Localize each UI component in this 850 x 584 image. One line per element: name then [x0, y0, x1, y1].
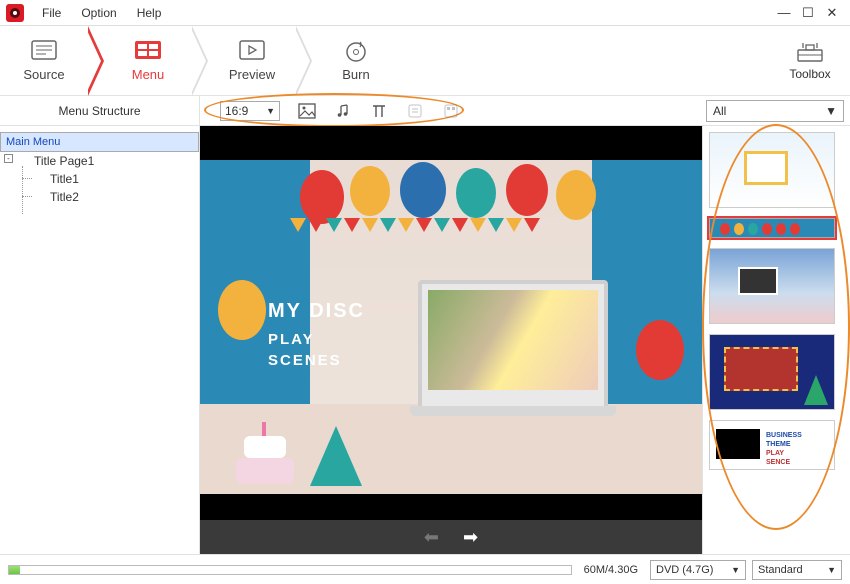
step-source-label: Source — [23, 67, 64, 82]
template-thumbnail-1[interactable] — [709, 132, 835, 208]
prev-page-button: ⬅ — [424, 527, 439, 548]
step-chevron-icon — [88, 26, 104, 96]
tree-node-title2[interactable]: Title2 — [0, 188, 199, 206]
template-thumbnail-4[interactable] — [709, 334, 835, 410]
template5-text3: PLAY — [766, 449, 802, 458]
add-text-button[interactable] — [370, 102, 388, 120]
source-icon — [29, 39, 59, 61]
dropdown-icon: ▼ — [827, 565, 836, 575]
menu-title-line1: MY DISC — [268, 300, 365, 323]
burn-icon — [341, 39, 371, 61]
chapter-list-button — [406, 102, 424, 120]
tree-node-main-menu[interactable]: Main Menu — [0, 132, 199, 152]
toolbox-label: Toolbox — [789, 67, 830, 81]
template-filter-select[interactable]: All ▼ — [706, 100, 844, 122]
tree-node-title1[interactable]: Title1 — [0, 170, 199, 188]
step-menu-label: Menu — [132, 67, 165, 82]
cake-icon — [230, 414, 300, 484]
tool-cluster: 16:9 ▼ — [200, 96, 480, 125]
template-thumbnail-5[interactable]: BUSINESS THEME PLAY SENCE — [709, 420, 835, 470]
title-bar: File Option Help — ☐ ✕ — [0, 0, 850, 26]
menu-option[interactable]: Option — [71, 6, 126, 20]
toolbox-icon — [796, 41, 824, 61]
background-image-button[interactable] — [298, 102, 316, 120]
thumbnail-button — [442, 102, 460, 120]
aspect-ratio-value: 16:9 — [225, 104, 248, 118]
menu-icon — [133, 39, 163, 61]
menu-canvas[interactable]: MY DISC PLAY SCENES ⬅ ➡ — [200, 126, 702, 554]
menu-video-thumbnail[interactable] — [418, 280, 608, 410]
preview-icon — [237, 39, 267, 61]
step-chevron-icon — [192, 26, 208, 96]
step-preview[interactable]: Preview — [208, 26, 296, 96]
quality-value: Standard — [758, 564, 803, 576]
template-thumbnail-2[interactable]: MY DISC PLAY SCENES — [709, 218, 835, 238]
menu-title-line3: SCENES — [268, 352, 365, 369]
aspect-ratio-select[interactable]: 16:9 ▼ — [220, 101, 280, 121]
next-page-button[interactable]: ➡ — [463, 527, 478, 548]
menu-title-line2: PLAY — [268, 331, 365, 348]
menu-scene: MY DISC PLAY SCENES — [200, 160, 702, 494]
disc-type-select[interactable]: DVD (4.7G) ▼ — [650, 560, 746, 580]
page-nav: ⬅ ➡ — [200, 520, 702, 554]
dropdown-icon: ▼ — [731, 565, 740, 575]
step-source[interactable]: Source — [0, 26, 88, 96]
window-close-button[interactable]: ✕ — [820, 5, 844, 21]
main-area: Main Menu - Title Page1 Title1 Title2 MY… — [0, 126, 850, 554]
step-preview-label: Preview — [229, 67, 275, 82]
menu-title-text[interactable]: MY DISC PLAY SCENES — [268, 300, 365, 369]
dropdown-icon: ▼ — [825, 104, 837, 118]
toolbar-row: Menu Structure 16:9 ▼ All ▼ — [0, 96, 850, 126]
background-music-button[interactable] — [334, 102, 352, 120]
step-menu[interactable]: Menu — [104, 26, 192, 96]
menu-structure-label: Menu Structure — [0, 96, 200, 125]
step-burn[interactable]: Burn — [312, 26, 400, 96]
template5-text2: THEME — [766, 440, 802, 449]
dropdown-icon: ▼ — [266, 106, 275, 116]
template-panel[interactable]: MY DISC PLAY SCENES BUSINESS THEME PLAY … — [702, 126, 850, 554]
template-filter-value: All — [713, 104, 726, 118]
tree-node-title-page[interactable]: Title Page1 — [0, 152, 199, 170]
disc-usage-text: 60M/4.30G — [584, 564, 638, 576]
step-navigation: Source Menu Preview Burn Toolbox — [0, 26, 850, 96]
menu-help[interactable]: Help — [127, 6, 172, 20]
toolbox-button[interactable]: Toolbox — [770, 41, 850, 81]
preview-panel: MY DISC PLAY SCENES ⬅ ➡ — [200, 126, 702, 554]
step-chevron-icon — [296, 26, 312, 96]
menu-structure-tree: Main Menu - Title Page1 Title1 Title2 — [0, 126, 200, 554]
menu-file[interactable]: File — [32, 6, 71, 20]
template5-text1: BUSINESS — [766, 431, 802, 440]
step-burn-label: Burn — [342, 67, 369, 82]
disc-type-value: DVD (4.7G) — [656, 564, 713, 576]
template-thumbnail-3[interactable] — [709, 248, 835, 324]
party-hat-icon — [310, 426, 362, 486]
template5-text4: SENCE — [766, 458, 802, 467]
status-bar: 60M/4.30G DVD (4.7G) ▼ Standard ▼ — [0, 554, 850, 584]
disc-usage-bar — [8, 565, 572, 575]
app-logo-icon — [6, 4, 24, 22]
window-maximize-button[interactable]: ☐ — [796, 5, 820, 21]
quality-select[interactable]: Standard ▼ — [752, 560, 842, 580]
window-minimize-button[interactable]: — — [772, 5, 796, 20]
